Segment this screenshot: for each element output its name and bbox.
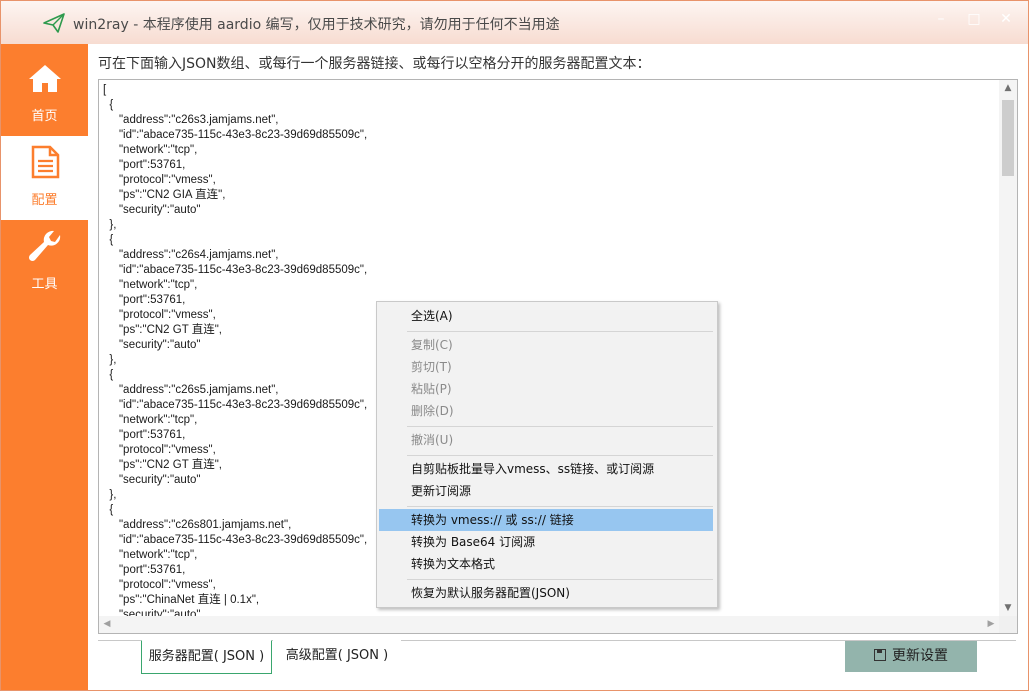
- scroll-thumb[interactable]: [1002, 100, 1014, 176]
- sidebar-item-home[interactable]: 首页: [1, 52, 88, 136]
- document-icon: [31, 145, 60, 179]
- menu-item-convert-text[interactable]: 转换为文本格式: [379, 553, 713, 575]
- title-bar: win2ray - 本程序使用 aardio 编写，仅用于技术研究，请勿用于任何…: [1, 1, 1028, 44]
- menu-item-convert-base64[interactable]: 转换为 Base64 订阅源: [379, 531, 713, 553]
- menu-separator: [407, 579, 713, 580]
- minimize-button[interactable]: –: [930, 9, 952, 29]
- sidebar-item-label: 首页: [31, 109, 58, 124]
- update-settings-label: 更新设置: [892, 648, 948, 664]
- editor-text[interactable]: [ { "address":"c26s3.jamjams.net", "id":…: [103, 83, 367, 623]
- menu-item-delete[interactable]: 删除(D): [379, 400, 713, 422]
- menu-item-import-clipboard[interactable]: 自剪贴板批量导入vmess、ss链接、或订阅源: [379, 458, 713, 480]
- instruction-label: 可在下面输入JSON数组、或每行一个服务器链接、或每行以空格分开的服务器配置文本…: [98, 56, 651, 72]
- sidebar: 首页 配置 工具: [1, 44, 88, 690]
- save-icon: [874, 649, 886, 661]
- scroll-up-icon[interactable]: ▲: [999, 80, 1017, 96]
- tab-server-config[interactable]: 服务器配置( JSON ): [141, 640, 272, 674]
- close-button[interactable]: ✕: [995, 9, 1017, 29]
- window-title: win2ray - 本程序使用 aardio 编写，仅用于技术研究，请勿用于任何…: [73, 17, 560, 33]
- menu-separator: [407, 426, 713, 427]
- menu-item-cut[interactable]: 剪切(T): [379, 356, 713, 378]
- vertical-scrollbar[interactable]: ▲ ▼: [999, 80, 1017, 616]
- scroll-left-icon[interactable]: ◀: [99, 616, 115, 633]
- tab-advanced-config[interactable]: 高级配置( JSON ): [273, 640, 401, 672]
- menu-item-update-subscription[interactable]: 更新订阅源: [379, 480, 713, 502]
- sidebar-item-label: 配置: [31, 193, 58, 208]
- menu-separator: [407, 455, 713, 456]
- context-menu: 全选(A) 复制(C) 剪切(T) 粘贴(P) 删除(D) 撤消(U) 自剪贴板…: [376, 301, 718, 608]
- menu-item-copy[interactable]: 复制(C): [379, 334, 713, 356]
- sidebar-item-config[interactable]: 配置: [1, 136, 88, 220]
- menu-item-select-all[interactable]: 全选(A): [379, 305, 713, 327]
- menu-item-undo[interactable]: 撤消(U): [379, 429, 713, 451]
- paper-plane-icon: [43, 13, 65, 33]
- sidebar-item-label: 工具: [31, 277, 58, 292]
- scroll-down-icon[interactable]: ▼: [999, 600, 1017, 616]
- sidebar-item-tools[interactable]: 工具: [1, 220, 88, 304]
- menu-separator: [407, 506, 713, 507]
- update-settings-button[interactable]: 更新设置: [845, 641, 977, 672]
- scrollbar-corner: [999, 616, 1017, 633]
- maximize-button[interactable]: □: [963, 9, 985, 29]
- menu-item-convert-links[interactable]: 转换为 vmess:// 或 ss:// 链接: [379, 509, 713, 531]
- app-window: win2ray - 本程序使用 aardio 编写，仅用于技术研究，请勿用于任何…: [0, 0, 1029, 691]
- home-icon: [29, 65, 61, 92]
- menu-item-paste[interactable]: 粘贴(P): [379, 378, 713, 400]
- horizontal-scrollbar[interactable]: ◀ ▶: [99, 616, 999, 633]
- menu-separator: [407, 331, 713, 332]
- menu-item-restore-default[interactable]: 恢复为默认服务器配置(JSON): [379, 582, 713, 604]
- wrench-icon: [28, 230, 61, 262]
- scroll-right-icon[interactable]: ▶: [983, 616, 999, 633]
